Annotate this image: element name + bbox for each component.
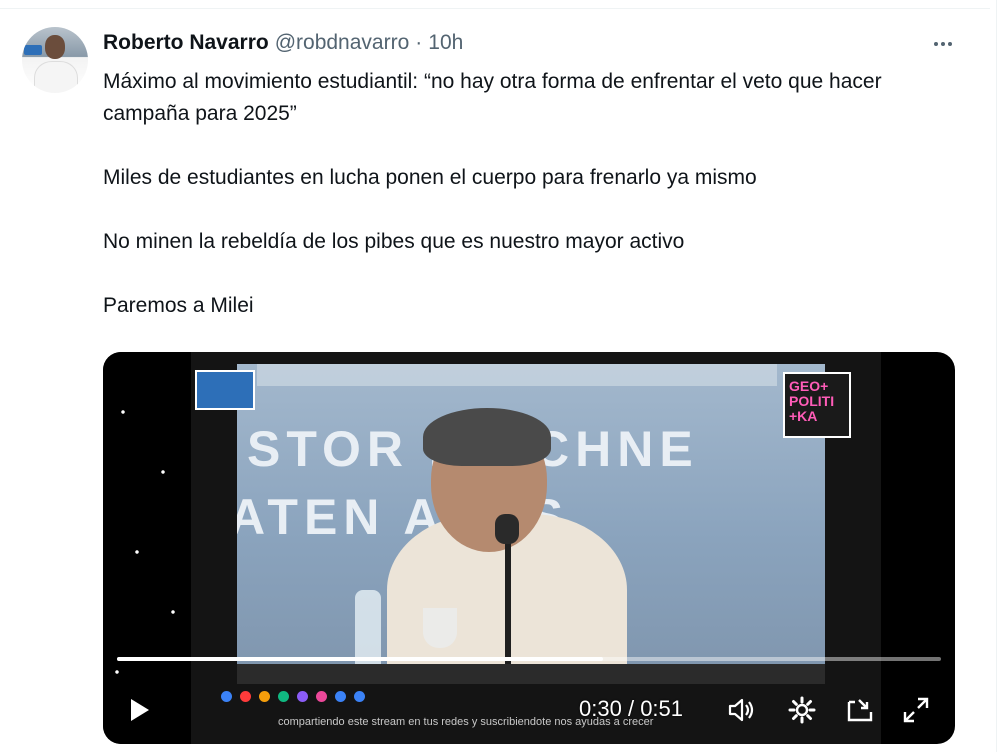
fullscreen-button[interactable]: [900, 694, 932, 726]
tweet-paragraph: Paremos a Milei: [103, 294, 254, 317]
play-icon: [131, 699, 149, 721]
microphone: [495, 514, 519, 544]
picture-in-picture-icon: [847, 699, 873, 722]
volume-icon: [728, 698, 754, 722]
tweet-text: Máximo al movimiento estudiantil: “no ha…: [103, 66, 953, 322]
timestamp[interactable]: 10h: [428, 31, 463, 55]
badge-text: GEO+ POLITI +KA: [789, 378, 835, 424]
video-scene: STOR KIRCHNE ATEN ANÚS: [237, 364, 825, 684]
avatar[interactable]: [22, 27, 88, 93]
video-controls: 0:30 / 0:51: [103, 684, 955, 734]
video-player[interactable]: STOR KIRCHNE ATEN ANÚS GEO+ POLITI +KA c…: [103, 352, 955, 744]
tweet-header: Roberto Navarro @robdnavarro · 10h: [103, 30, 463, 56]
picture-in-picture-button[interactable]: [844, 694, 876, 726]
separator: ·: [415, 31, 423, 54]
progress-fill: [117, 657, 604, 661]
author-handle[interactable]: @robdnavarro: [275, 31, 410, 55]
tweet-card[interactable]: Roberto Navarro @robdnavarro · 10h Máxim…: [0, 0, 997, 752]
tweet-paragraph: Máximo al movimiento estudiantil: “no ha…: [103, 70, 882, 125]
table: [237, 664, 825, 684]
settings-button[interactable]: [786, 694, 818, 726]
microphone-stand: [505, 534, 511, 684]
tweet-paragraph: Miles de estudiantes en lucha ponen el c…: [103, 166, 757, 189]
fullscreen-icon: [903, 697, 929, 723]
tweet-paragraph: No minen la rebeldía de los pibes que es…: [103, 230, 685, 253]
more-horizontal-icon: [934, 42, 938, 46]
more-options-button[interactable]: [926, 30, 960, 58]
geopolitika-badge: GEO+ POLITI +KA: [783, 372, 851, 438]
divider: [0, 0, 990, 9]
current-time: 0:30: [579, 696, 622, 721]
gear-icon: [788, 696, 816, 724]
author-name[interactable]: Roberto Navarro: [103, 31, 269, 55]
water-glass: [423, 608, 457, 648]
time-display: 0:30 / 0:51: [579, 696, 684, 721]
volume-button[interactable]: [725, 694, 757, 726]
channel-logo: [195, 370, 255, 410]
play-button[interactable]: [125, 696, 153, 724]
duration: 0:51: [640, 696, 684, 721]
